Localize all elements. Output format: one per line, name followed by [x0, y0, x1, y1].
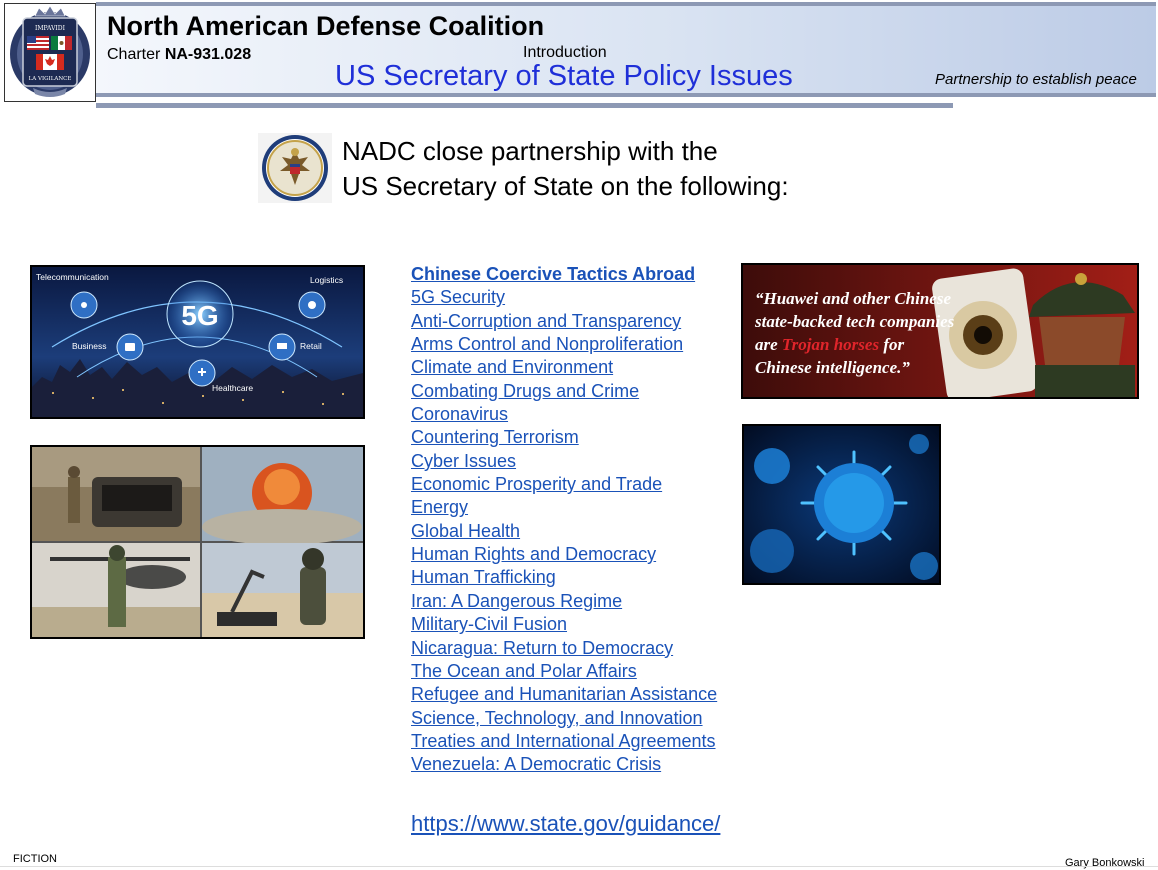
list-item: Cyber Issues [411, 450, 717, 473]
logo-motto-top: IMPAVIDI [35, 25, 66, 32]
list-item: Countering Terrorism [411, 426, 717, 449]
list-item: 5G Security [411, 286, 717, 309]
policy-topic-link[interactable]: Countering Terrorism [411, 427, 579, 447]
list-item: Chinese Coercive Tactics Abroad [411, 263, 717, 286]
policy-topic-link[interactable]: Anti-Corruption and Transparency [411, 311, 681, 331]
page-title: US Secretary of State Policy Issues [335, 60, 793, 92]
list-item: Coronavirus [411, 403, 717, 426]
5g-network-image: 5G Telecommunication Logistics Business … [30, 265, 365, 419]
header-rule-bottom [96, 93, 1156, 97]
5g-center-label: 5G [181, 300, 218, 331]
header-rule-accent [96, 103, 953, 108]
list-item: Economic Prosperity and Trade [411, 473, 717, 496]
organization-name: North American Defense Coalition [107, 11, 545, 41]
policy-topic-link[interactable]: Venezuela: A Democratic Crisis [411, 754, 661, 774]
5g-label-business: Business [72, 341, 107, 351]
list-item: Treaties and International Agreements [411, 730, 717, 753]
charter-number: Charter NA-931.028 [107, 46, 251, 64]
policy-topic-list: Chinese Coercive Tactics Abroad 5G Securi… [411, 263, 717, 777]
coronavirus-image [742, 424, 941, 585]
list-item: Climate and Environment [411, 356, 717, 379]
list-item: Arms Control and Nonproliferation [411, 333, 717, 356]
policy-topic-link[interactable]: 5G Security [411, 287, 505, 307]
policy-topic-link[interactable]: Science, Technology, and Innovation [411, 708, 703, 728]
policy-topic-link[interactable]: Arms Control and Nonproliferation [411, 334, 683, 354]
policy-topic-link[interactable]: Combating Drugs and Crime [411, 381, 639, 401]
quote-line-3: are Trojan horses for [755, 335, 904, 354]
footer-divider [0, 866, 1158, 867]
policy-topic-link[interactable]: Climate and Environment [411, 357, 613, 377]
5g-label-healthcare: Healthcare [212, 383, 253, 393]
policy-topic-link[interactable]: Chinese Coercive Tactics Abroad [411, 264, 695, 284]
policy-topic-link[interactable]: The Ocean and Polar Affairs [411, 661, 637, 681]
quote-line-1: “Huawei and other Chinese [755, 289, 951, 308]
military-collage-image [30, 445, 365, 639]
charter-value: NA-931.028 [164, 46, 252, 63]
list-item: Nicaragua: Return to Democracy [411, 637, 717, 660]
list-item: Iran: A Dangerous Regime [411, 590, 717, 613]
state-guidance-link[interactable]: https://www.state.gov/guidance/ [411, 811, 720, 837]
charter-label: Charter [107, 46, 161, 63]
coalition-logo: IMPAVIDI LA VIGILANCE [4, 3, 96, 102]
policy-topic-link[interactable]: Refugee and Humanitarian Assistance [411, 684, 717, 704]
list-item: Human Trafficking [411, 566, 717, 589]
huawei-quote-image: “Huawei and other Chinese state-backed t… [741, 263, 1139, 399]
list-item: Venezuela: A Democratic Crisis [411, 753, 717, 776]
list-item: Military-Civil Fusion [411, 613, 717, 636]
policy-topic-link[interactable]: Nicaragua: Return to Democracy [411, 638, 673, 658]
intro-statement: NADC close partnership with the US Secre… [342, 134, 789, 204]
tagline: Partnership to establish peace [935, 71, 1137, 88]
state-department-seal [258, 133, 332, 203]
policy-topic-link[interactable]: Coronavirus [411, 404, 508, 424]
quote-line-4: Chinese intelligence.” [755, 358, 910, 377]
5g-label-logistics: Logistics [310, 275, 343, 285]
policy-topic-link[interactable]: Human Rights and Democracy [411, 544, 656, 564]
5g-label-telecommunication: Telecommunication [36, 272, 109, 282]
policy-topic-link[interactable]: Human Trafficking [411, 567, 556, 587]
5g-label-retail: Retail [300, 341, 322, 351]
intro-line-1: NADC close partnership with the [342, 136, 718, 166]
footer-author: Gary Bonkowski [1065, 857, 1145, 869]
list-item: The Ocean and Polar Affairs [411, 660, 717, 683]
quote-highlight: Trojan horses [782, 335, 880, 354]
intro-line-2: US Secretary of State on the following: [342, 171, 789, 201]
list-item: Anti-Corruption and Transparency [411, 310, 717, 333]
policy-topic-link[interactable]: Military-Civil Fusion [411, 614, 567, 634]
list-item: Combating Drugs and Crime [411, 380, 717, 403]
list-item: Global Health [411, 520, 717, 543]
list-item: Energy [411, 496, 717, 519]
policy-topic-link[interactable]: Energy [411, 497, 468, 517]
logo-motto-bottom: LA VIGILANCE [29, 76, 72, 82]
policy-topic-link[interactable]: Global Health [411, 521, 520, 541]
list-item: Human Rights and Democracy [411, 543, 717, 566]
list-item: Refugee and Humanitarian Assistance [411, 683, 717, 706]
header-rule-top [96, 2, 1156, 6]
policy-topic-link[interactable]: Treaties and International Agreements [411, 731, 716, 751]
policy-topic-link[interactable]: Cyber Issues [411, 451, 516, 471]
footer-classification: FICTION [13, 853, 57, 865]
policy-topic-link[interactable]: Economic Prosperity and Trade [411, 474, 662, 494]
list-item: Science, Technology, and Innovation [411, 707, 717, 730]
policy-topic-link[interactable]: Iran: A Dangerous Regime [411, 591, 622, 611]
quote-line-2: state-backed tech companies [754, 312, 955, 331]
